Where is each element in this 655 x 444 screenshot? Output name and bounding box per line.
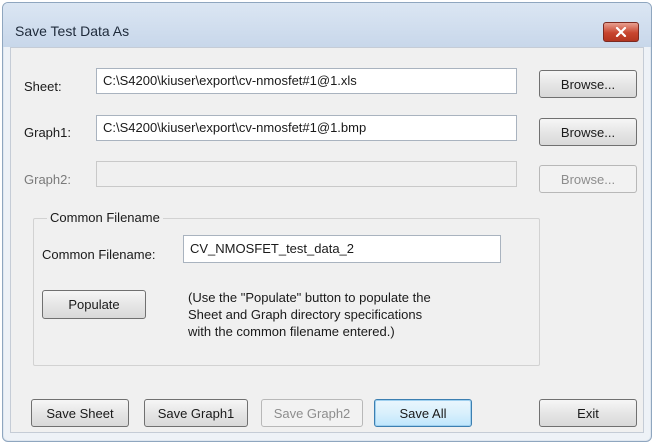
graph2-browse-button: Browse... <box>539 165 637 193</box>
graph2-label: Graph2: <box>24 172 71 187</box>
save-graph1-button[interactable]: Save Graph1 <box>144 399 248 427</box>
exit-button[interactable]: Exit <box>539 399 637 427</box>
graph2-path-field <box>96 161 517 187</box>
graph1-label: Graph1: <box>24 125 71 140</box>
graph1-browse-button[interactable]: Browse... <box>539 118 637 146</box>
close-icon <box>615 27 627 37</box>
populate-button[interactable]: Populate <box>42 290 146 319</box>
save-sheet-button[interactable]: Save Sheet <box>31 399 129 427</box>
save-test-data-dialog: Save Test Data As Sheet: C:\S4200\kiuser… <box>2 2 652 442</box>
window-title: Save Test Data As <box>15 23 130 39</box>
common-filename-label: Common Filename: <box>42 247 156 262</box>
save-graph2-button: Save Graph2 <box>261 399 363 427</box>
sheet-path-field[interactable]: C:\S4200\kiuser\export\cv-nmosfet#1@1.xl… <box>96 68 517 94</box>
graph1-path-field[interactable]: C:\S4200\kiuser\export\cv-nmosfet#1@1.bm… <box>96 115 517 141</box>
dialog-body: Sheet: C:\S4200\kiuser\export\cv-nmosfet… <box>10 47 644 433</box>
close-button[interactable] <box>603 22 639 42</box>
populate-help-text: (Use the "Populate" button to populate t… <box>188 290 431 339</box>
title-bar: Save Test Data As <box>3 3 651 47</box>
sheet-browse-button[interactable]: Browse... <box>539 70 637 98</box>
common-filename-input[interactable]: CV_NMOSFET_test_data_2 <box>183 235 501 263</box>
sheet-label: Sheet: <box>24 79 62 94</box>
save-all-button[interactable]: Save All <box>374 399 472 427</box>
common-filename-group-title: Common Filename <box>47 210 163 225</box>
